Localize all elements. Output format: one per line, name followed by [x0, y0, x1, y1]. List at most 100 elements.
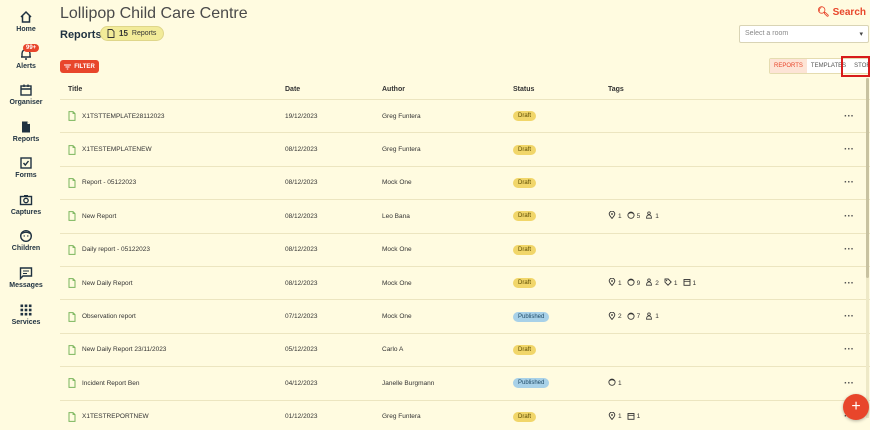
room-select[interactable]: Select a room ▾: [739, 25, 869, 43]
header-tags: Tags: [608, 86, 624, 93]
table-row[interactable]: X1TESTREPORTNEW 01/12/2023 Greg Funtera Dra…: [60, 401, 870, 430]
row-status-cell: Draft: [513, 411, 608, 422]
row-status-cell: Draft: [513, 177, 608, 188]
row-title[interactable]: X1TESTREPORTNEW: [82, 413, 149, 420]
row-title[interactable]: X1TESTEMPLATENEW: [82, 146, 152, 153]
row-tag: 1: [683, 278, 696, 288]
search-icon: 🔍︎: [817, 7, 830, 18]
sidebar-item-alerts[interactable]: 99+ Alerts: [0, 44, 52, 70]
chevron-down-icon: ▾: [859, 31, 863, 38]
more-options-icon[interactable]: ···: [818, 378, 858, 389]
tag-count: 2: [618, 313, 622, 321]
row-author: Greg Funtera: [382, 146, 421, 154]
row-tag: 1: [608, 378, 622, 388]
row-title[interactable]: Incident Report Ben: [82, 380, 139, 387]
row-status-cell: Draft: [513, 344, 608, 355]
row-status-cell: Draft: [513, 211, 608, 222]
row-status-cell: Published: [513, 311, 608, 322]
sidebar-item-label: Reports: [12, 136, 40, 143]
sidebar-item-messages[interactable]: Messages: [0, 266, 52, 289]
table-row[interactable]: X1TESTEMPLATENEW 08/12/2023 Greg Funtera Dr…: [60, 133, 870, 167]
tab-templates[interactable]: TEMPLATES: [807, 59, 850, 73]
room-select-placeholder: Select a room: [745, 30, 789, 37]
sidebar-item-home[interactable]: Home: [0, 10, 52, 33]
row-title-cell: Daily report - 05122023: [60, 244, 285, 255]
sidebar-item-label: Captures: [10, 209, 42, 216]
more-options-icon[interactable]: ···: [818, 344, 858, 355]
row-author: Mock One: [382, 313, 412, 321]
tab-stories[interactable]: STORIES: [850, 59, 870, 73]
tag-count: 1: [636, 413, 641, 421]
row-title[interactable]: Report - 05122023: [82, 179, 136, 186]
row-tag: 5: [627, 211, 640, 221]
row-status-cell: Draft: [513, 144, 608, 155]
more-options-icon[interactable]: ···: [818, 278, 858, 289]
sidebar-item-forms[interactable]: Forms: [0, 156, 52, 179]
sidebar-item-organiser[interactable]: Organiser: [0, 83, 52, 106]
more-options-icon[interactable]: ···: [818, 244, 858, 255]
sidebar-item-services[interactable]: Services: [0, 303, 52, 326]
row-tag: 1: [608, 277, 622, 288]
baby-icon: [645, 312, 653, 322]
calendar-icon: [627, 412, 635, 422]
row-title[interactable]: X1TSTTEMPLATE28112023: [82, 113, 165, 120]
row-title[interactable]: Observation report: [82, 313, 136, 320]
table-row[interactable]: Observation report 07/12/2023 Mock One Publ…: [60, 300, 870, 334]
table-row[interactable]: New Report 08/12/2023 Leo Bana Draft 1 5 1 ···: [60, 200, 870, 234]
document-outline-icon: [68, 111, 76, 122]
filter-button[interactable]: FILTER: [60, 60, 99, 73]
row-title-cell: Observation report: [60, 311, 285, 322]
table-row[interactable]: Incident Report Ben 04/12/2023 Janelle Bur…: [60, 367, 870, 401]
table-row[interactable]: X1TSTTEMPLATE28112023 19/12/2023 Greg Funt…: [60, 100, 870, 134]
sidebar-item-captures[interactable]: Captures: [0, 193, 52, 216]
tab-reports[interactable]: REPORTS: [770, 59, 807, 73]
row-date: 19/12/2023: [285, 112, 318, 120]
pin-icon: [608, 277, 616, 288]
more-options-icon[interactable]: ···: [818, 177, 858, 188]
row-status-cell: Draft: [513, 244, 608, 255]
row-title[interactable]: Daily report - 05122023: [82, 246, 150, 253]
row-title-cell: Report - 05122023: [60, 178, 285, 188]
more-options-icon[interactable]: ···: [818, 111, 858, 122]
calendar-icon: [20, 84, 32, 96]
more-options-icon[interactable]: ···: [818, 311, 858, 322]
row-title[interactable]: New Daily Report 23/11/2023: [82, 346, 166, 353]
scrollbar[interactable]: [866, 78, 869, 418]
row-tag: 1: [627, 412, 641, 422]
row-tag: 1: [608, 211, 622, 221]
more-options-icon[interactable]: ···: [818, 144, 858, 155]
sidebar-item-label: Home: [16, 26, 36, 33]
status-badge: Draft: [513, 344, 537, 355]
table-row[interactable]: New Daily Report 08/12/2023 Mock One Draft 1…: [60, 267, 870, 301]
scrollbar-thumb[interactable]: [866, 78, 869, 278]
camera-icon: [19, 195, 33, 206]
row-title[interactable]: New Report: [82, 213, 116, 220]
status-badge: Draft: [513, 244, 537, 255]
row-title-cell: New Daily Report 23/11/2023: [60, 345, 285, 355]
table-row[interactable]: New Daily Report 23/11/2023 05/12/2023 Car…: [60, 334, 870, 368]
table-row[interactable]: Report - 05122023 08/12/2023 Mock One Draft…: [60, 167, 870, 201]
search-button[interactable]: 🔍︎ Search: [817, 7, 866, 18]
tag-count: 1: [655, 313, 659, 321]
more-options-icon[interactable]: ···: [818, 211, 858, 222]
row-author: Greg Funtera: [382, 413, 421, 421]
sidebar: Home 99+ Alerts Organiser Reports Forms …: [0, 0, 52, 430]
reports-table: Title Date Author Status Tags X1TSTTEMPL…: [60, 80, 870, 430]
child-face-icon: [627, 312, 635, 322]
tag-count: 1: [618, 413, 622, 421]
row-tag: 1: [645, 211, 659, 221]
tag-count: 9: [636, 279, 641, 287]
document-outline-icon: [68, 244, 76, 255]
row-date: 05/12/2023: [285, 346, 318, 354]
add-report-button[interactable]: +: [843, 394, 869, 420]
row-tag: 1: [664, 278, 678, 288]
child-face-icon: [19, 229, 33, 243]
table-row[interactable]: Daily report - 05122023 08/12/2023 Mock On…: [60, 234, 870, 267]
grid-icon: [20, 304, 32, 316]
row-tag: 7: [627, 312, 640, 322]
row-title[interactable]: New Daily Report: [82, 280, 133, 287]
sidebar-item-children[interactable]: Children: [0, 229, 52, 252]
sidebar-item-reports[interactable]: Reports: [0, 120, 52, 143]
row-date: 08/12/2023: [285, 212, 318, 220]
row-tags: 1: [608, 378, 818, 388]
